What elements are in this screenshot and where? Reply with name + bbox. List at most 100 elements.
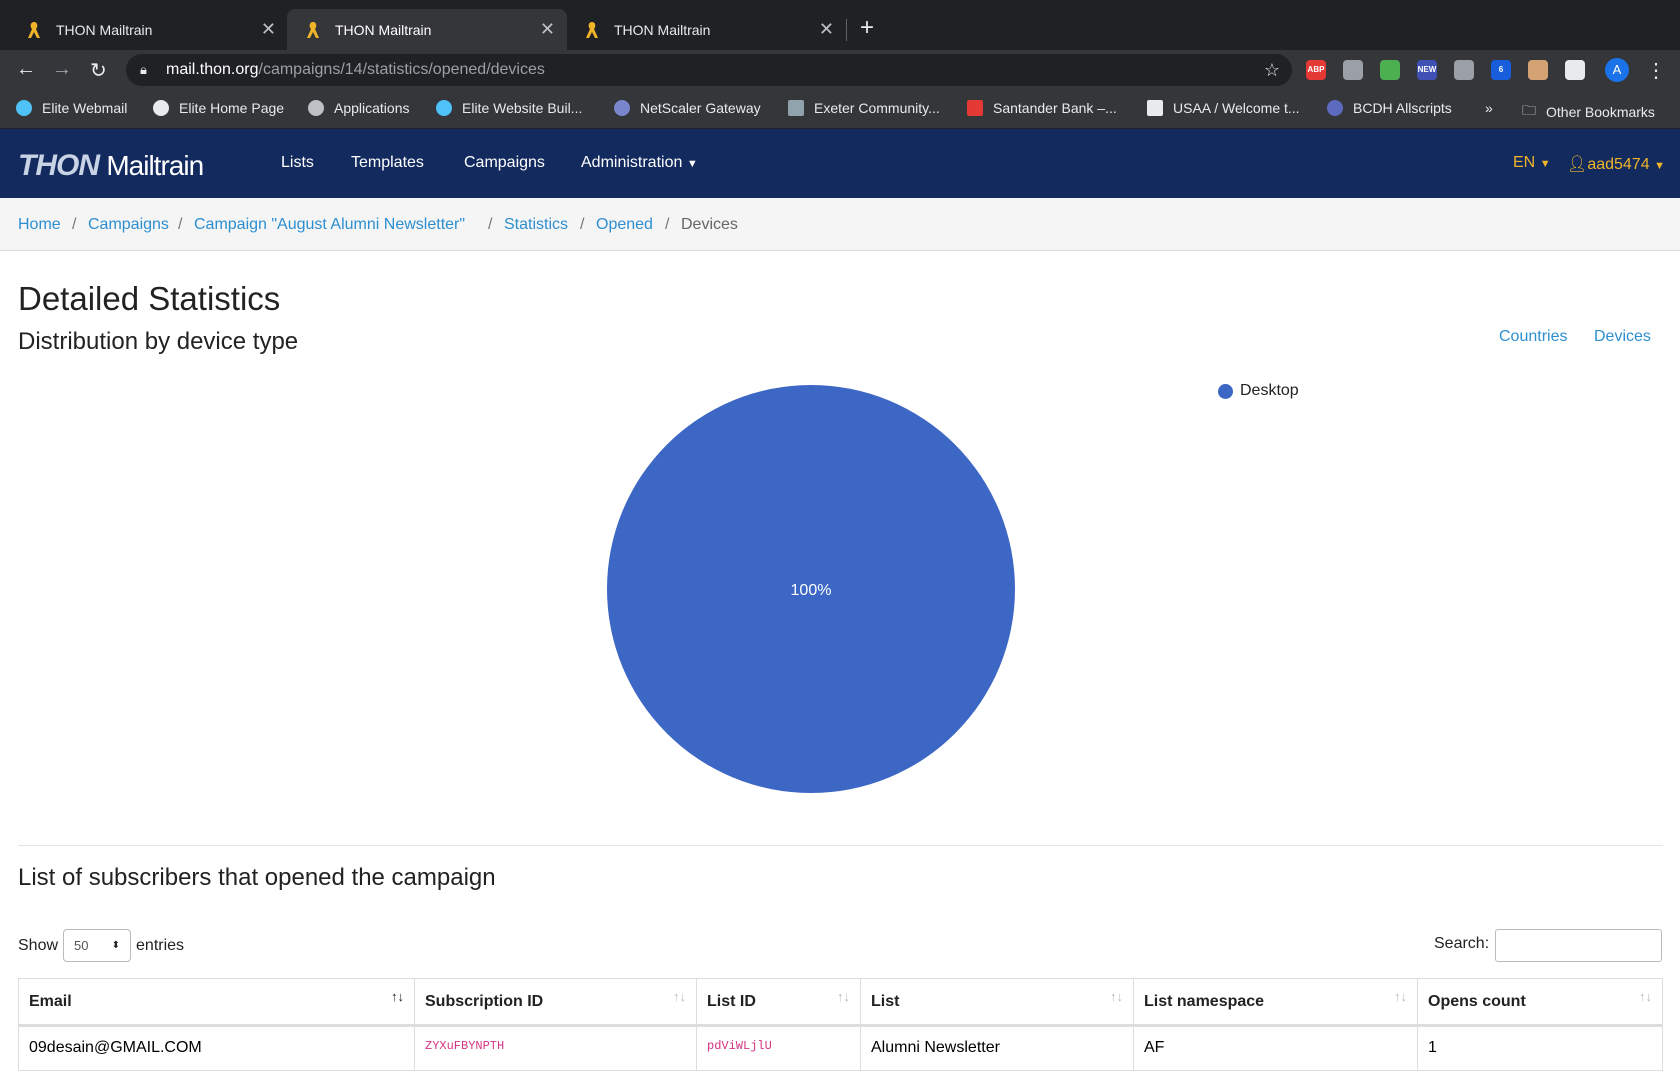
table-row: 09desain@GMAIL.COM ZYXuFBYNPTH pdViWLjlU… xyxy=(18,1025,1663,1071)
column-header-opens-count[interactable]: Opens count ↑↓ xyxy=(1417,978,1663,1027)
sort-icon: ↑↓ xyxy=(1110,989,1123,1004)
entries-length-control: Show 50 ⬍ entries xyxy=(18,929,184,962)
other-bookmarks[interactable]: 🗀︎ Other Bookmarks xyxy=(1522,100,1655,124)
cookie-icon[interactable] xyxy=(1528,60,1548,80)
table-heading: List of subscribers that opened the camp… xyxy=(18,864,496,891)
pie-data-label: 100% xyxy=(791,582,832,599)
bookmark-label: BCDH Allscripts xyxy=(1353,100,1452,116)
countries-link[interactable]: Countries xyxy=(1499,328,1567,346)
breadcrumb-separator: / xyxy=(72,216,77,233)
section-divider xyxy=(18,845,1663,846)
breadcrumb-campaigns[interactable]: Campaigns xyxy=(88,216,169,234)
bookmark-star-icon[interactable]: ☆ xyxy=(1264,54,1280,86)
cell-list: Alumni Newsletter xyxy=(860,1025,1134,1071)
column-label: List xyxy=(871,992,900,1010)
page-title: Detailed Statistics xyxy=(18,280,281,317)
back-icon[interactable]: ← xyxy=(16,58,36,81)
office-icon[interactable] xyxy=(1343,60,1363,80)
bookmark-item[interactable]: Exeter Community... xyxy=(788,100,940,116)
entries-select[interactable]: 50 ⬍ xyxy=(63,929,132,962)
bookmark-item[interactable]: Santander Bank –... xyxy=(967,100,1117,116)
bookmark-item[interactable]: Elite Website Buil... xyxy=(436,100,582,116)
puzzle-icon[interactable] xyxy=(1565,60,1585,80)
breadcrumb-separator: / xyxy=(488,216,493,233)
new-badge-icon[interactable]: NEW xyxy=(1417,60,1437,80)
mailtrain-logo[interactable]: THON Mailtrain xyxy=(18,149,204,183)
language-dropdown[interactable]: EN ▼ xyxy=(1513,154,1551,172)
adblock-plus-icon[interactable]: ABP xyxy=(1306,60,1326,80)
close-tab-icon[interactable]: ✕ xyxy=(819,19,834,40)
user-dropdown[interactable]: 👤︎aad5474 ▼ xyxy=(1567,154,1665,174)
bookmark-label: Applications xyxy=(334,100,410,116)
browser-tab[interactable]: THON Mailtrain ✕ xyxy=(566,9,846,50)
santander-icon xyxy=(967,100,983,116)
bookmark-item[interactable]: Elite Home Page xyxy=(153,100,284,116)
tab-separator xyxy=(846,19,847,41)
column-header-list[interactable]: List ↑↓ xyxy=(860,978,1134,1027)
profile-avatar[interactable]: A xyxy=(1605,58,1629,82)
bookmark-item[interactable]: USAA / Welcome t... xyxy=(1147,100,1300,116)
browser-tab[interactable]: THON Mailtrain ✕ xyxy=(8,9,288,50)
entries-value: 50 xyxy=(74,938,89,953)
devices-link[interactable]: Devices xyxy=(1594,328,1651,346)
column-label: Email xyxy=(29,992,72,1010)
applications-icon xyxy=(308,100,324,116)
browser-tab-active[interactable]: THON Mailtrain ✕ xyxy=(287,9,567,50)
show-label: Show xyxy=(18,936,59,954)
tab-title: THON Mailtrain xyxy=(614,21,711,38)
browser-toolbar: ← → ↻ 🔒︎ mail.thon.org/campaigns/14/stat… xyxy=(0,50,1680,90)
breadcrumb-campaign[interactable]: Campaign "August Alumni Newsletter" xyxy=(194,216,465,234)
breadcrumb: Home / Campaigns / Campaign "August Alum… xyxy=(0,198,1680,251)
bitwarden-icon[interactable]: 6 xyxy=(1491,60,1511,80)
column-label: Opens count xyxy=(1428,992,1526,1010)
color-wheel-icon[interactable] xyxy=(1380,60,1400,80)
legend-swatch xyxy=(1218,383,1233,399)
cell-list-namespace: AF xyxy=(1133,1025,1418,1071)
search-input[interactable] xyxy=(1495,929,1662,962)
nav-templates[interactable]: Templates xyxy=(351,154,424,172)
ribbon-icon xyxy=(28,21,40,38)
column-header-email[interactable]: Email ↑↓ xyxy=(18,978,415,1027)
address-bar[interactable]: 🔒︎ mail.thon.org/campaigns/14/statistics… xyxy=(126,54,1292,86)
new-tab-icon[interactable]: + xyxy=(860,14,874,42)
breadcrumb-statistics[interactable]: Statistics xyxy=(504,216,568,234)
bookmark-label: Other Bookmarks xyxy=(1546,104,1655,120)
device-pie-chart: 100% xyxy=(607,385,1015,793)
nav-campaigns[interactable]: Campaigns xyxy=(464,154,545,172)
app-navbar: THON Mailtrain Lists Templates Campaigns… xyxy=(0,129,1680,198)
breadcrumb-home[interactable]: Home xyxy=(18,216,61,234)
sort-icon: ↑↓ xyxy=(837,989,850,1004)
nav-administration-label: Administration xyxy=(581,154,683,171)
column-label: List namespace xyxy=(1144,992,1265,1010)
nav-lists[interactable]: Lists xyxy=(281,154,314,172)
url-host: mail.thon.org xyxy=(166,61,259,78)
exeter-icon xyxy=(788,100,804,116)
folder-icon: 🗀︎ xyxy=(1522,102,1536,118)
bookmark-item[interactable]: NetScaler Gateway xyxy=(614,100,761,116)
close-tab-icon[interactable]: ✕ xyxy=(261,19,276,40)
subscribers-table: Email ↑↓ Subscription ID ↑↓ List ID ↑↓ List… xyxy=(18,978,1663,1071)
breadcrumb-opened[interactable]: Opened xyxy=(596,216,653,234)
column-label: List ID xyxy=(707,992,756,1010)
nav-administration[interactable]: Administration ▼ xyxy=(581,154,698,172)
language-label: EN xyxy=(1513,154,1536,171)
more-bookmarks-button[interactable]: » xyxy=(1485,100,1493,116)
column-header-list-id[interactable]: List ID ↑↓ xyxy=(696,978,861,1027)
reload-icon[interactable]: ↻ xyxy=(90,58,107,83)
extension-gray-icon[interactable] xyxy=(1454,60,1474,80)
menu-dots-icon[interactable]: ⋮ xyxy=(1646,58,1666,83)
caret-down-icon: ▼ xyxy=(1539,158,1551,170)
column-label: Subscription ID xyxy=(425,992,544,1010)
column-header-list-namespace[interactable]: List namespace ↑↓ xyxy=(1133,978,1418,1027)
search-label: Search: xyxy=(1434,935,1490,952)
ribbon-icon xyxy=(586,21,598,38)
column-header-subscription-id[interactable]: Subscription ID ↑↓ xyxy=(414,978,697,1027)
close-tab-icon[interactable]: ✕ xyxy=(540,19,555,40)
bookmark-item[interactable]: Applications xyxy=(308,100,410,116)
bookmark-item[interactable]: Elite Webmail xyxy=(16,100,127,116)
bookmark-item[interactable]: BCDH Allscripts xyxy=(1327,100,1452,116)
cell-subscription-id: ZYXuFBYNPTH xyxy=(414,1025,697,1071)
bookmark-label: NetScaler Gateway xyxy=(640,100,761,116)
bookmark-label: Elite Home Page xyxy=(179,100,285,116)
forward-icon[interactable]: → xyxy=(52,58,72,81)
